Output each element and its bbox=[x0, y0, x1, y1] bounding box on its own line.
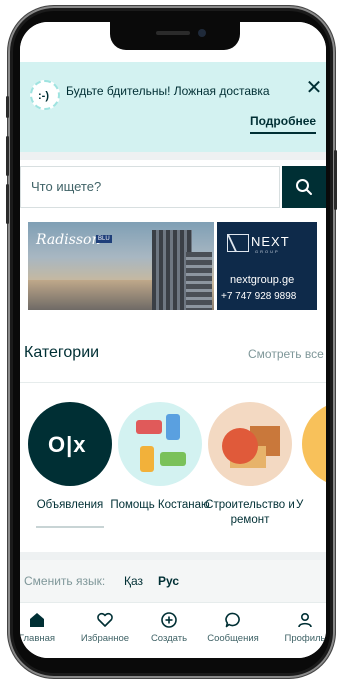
category-item-partial[interactable]: У bbox=[296, 402, 326, 522]
next-group-sub: GROUP bbox=[255, 249, 280, 254]
next-group-logo-icon bbox=[227, 234, 249, 252]
category-partial-icon bbox=[302, 402, 326, 486]
ad-sea-graphic bbox=[28, 280, 152, 310]
tab-create[interactable]: Создать bbox=[138, 609, 200, 644]
tab-home[interactable]: Главная bbox=[20, 609, 68, 644]
tab-messages[interactable]: Сообщения bbox=[202, 609, 264, 644]
bottom-tab-bar: Главная Избранное Создать Сообщения Проф… bbox=[20, 602, 326, 658]
radisson-tag: BLU bbox=[96, 235, 112, 243]
tab-label: Сообщения bbox=[207, 633, 259, 644]
read-more-link[interactable]: Подробнее bbox=[250, 114, 317, 134]
chat-icon bbox=[225, 612, 240, 628]
tab-label: Избранное bbox=[80, 633, 130, 644]
category-item-help[interactable]: Помощь Костанаю bbox=[110, 402, 210, 522]
tab-label: Создать bbox=[150, 633, 188, 644]
user-icon bbox=[298, 612, 312, 628]
category-label: У bbox=[296, 499, 304, 511]
categories-title: Категории bbox=[24, 344, 100, 361]
tab-label: Главная bbox=[20, 633, 56, 644]
ad-url: nextgroup.ge bbox=[230, 274, 295, 286]
category-label: Строительство и ремонт bbox=[205, 499, 295, 526]
categories-header: Категории Смотреть все bbox=[20, 340, 326, 370]
construction-tools-icon bbox=[208, 402, 292, 486]
tab-favorites[interactable]: Избранное bbox=[74, 609, 136, 644]
olx-logo-icon: O|x bbox=[28, 402, 112, 486]
phone-power-button bbox=[334, 150, 337, 210]
smiley-badge-icon: :-) bbox=[30, 80, 60, 110]
search-button[interactable] bbox=[282, 166, 326, 208]
category-label: Объявления bbox=[36, 499, 104, 511]
home-icon bbox=[30, 613, 44, 627]
language-option-ru[interactable]: Рус bbox=[158, 574, 179, 588]
ad-phone: +7 747 928 9898 bbox=[221, 291, 297, 302]
speaker-grille bbox=[156, 31, 190, 35]
phone-volume-down bbox=[6, 184, 9, 224]
section-divider bbox=[20, 152, 326, 160]
front-camera bbox=[198, 29, 206, 37]
language-label: Сменить язык: bbox=[24, 574, 106, 588]
ad-banner-photo: Radisson BLU bbox=[28, 222, 214, 310]
heart-icon bbox=[97, 612, 113, 627]
warning-text: Будьте бдительны! Ложная доставка bbox=[66, 84, 270, 98]
category-item-construction[interactable]: Строительство и ремонт bbox=[205, 402, 295, 526]
app-screen: :-) Будьте бдительны! Ложная доставка ✕ … bbox=[20, 22, 326, 658]
phone-side-button bbox=[6, 96, 9, 118]
section-divider bbox=[20, 552, 326, 560]
hands-puzzle-icon bbox=[118, 402, 202, 486]
category-label: Помощь Костанаю bbox=[110, 499, 210, 511]
tab-label: Профиль bbox=[284, 633, 326, 644]
see-all-link[interactable]: Смотреть все bbox=[248, 347, 324, 361]
search-placeholder: Что ищете? bbox=[31, 179, 102, 194]
category-selected-indicator bbox=[36, 526, 104, 528]
radisson-logo: Radisson bbox=[36, 232, 101, 248]
language-option-kz[interactable]: Қаз bbox=[124, 574, 143, 588]
language-switcher: Сменить язык: Қаз Рус bbox=[20, 560, 326, 602]
search-bar: Что ищете? bbox=[20, 166, 326, 208]
ad-building-graphic bbox=[186, 252, 212, 310]
search-icon bbox=[296, 179, 312, 195]
warning-banner: :-) Будьте бдительны! Ложная доставка ✕ … bbox=[20, 62, 326, 152]
ad-banner-info: NEXT GROUP nextgroup.ge +7 747 928 9898 bbox=[217, 222, 317, 310]
plus-circle-icon bbox=[161, 612, 177, 628]
category-item-ads[interactable]: O|x Объявления bbox=[28, 402, 112, 528]
divider bbox=[20, 382, 326, 383]
next-group-name: NEXT bbox=[251, 234, 290, 249]
phone-notch bbox=[110, 22, 240, 50]
phone-volume-up bbox=[6, 136, 9, 176]
ad-banner[interactable]: Radisson BLU NEXT GROUP nextgroup.ge +7 … bbox=[28, 222, 317, 310]
search-input[interactable]: Что ищете? bbox=[20, 166, 280, 208]
close-icon[interactable]: ✕ bbox=[302, 76, 326, 100]
tab-profile[interactable]: Профиль bbox=[274, 609, 326, 644]
